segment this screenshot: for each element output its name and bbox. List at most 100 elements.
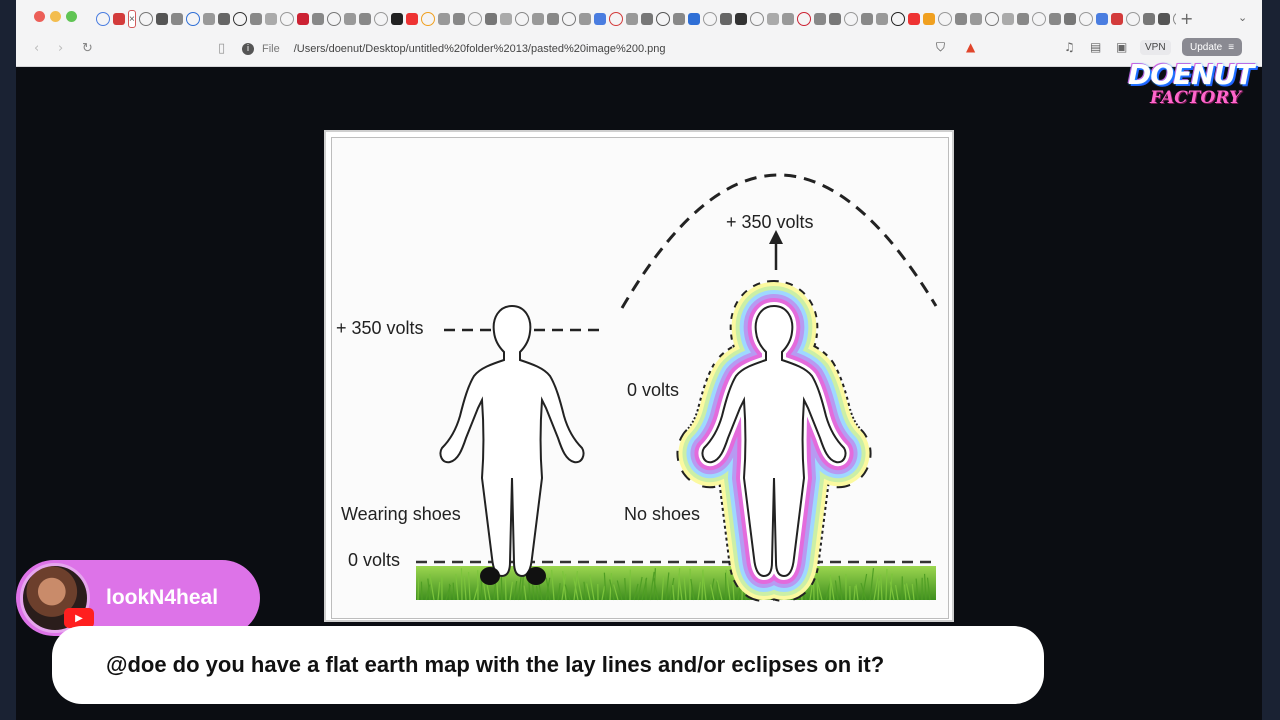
tab-favicon[interactable]	[467, 12, 482, 26]
tab-favicon[interactable]	[813, 13, 826, 25]
tab-favicon[interactable]	[687, 13, 700, 25]
tab-favicon[interactable]	[875, 13, 888, 25]
tab-favicon[interactable]	[655, 12, 670, 26]
tab-favicon[interactable]	[907, 13, 920, 25]
tab-favicon[interactable]	[1125, 12, 1140, 26]
tab-favicon[interactable]	[796, 12, 811, 26]
tab-favicon[interactable]	[452, 13, 465, 25]
tab-favicon[interactable]	[781, 13, 794, 25]
window-zoom-button[interactable]	[66, 11, 77, 22]
tab-favicon[interactable]	[578, 13, 591, 25]
tab-favicon[interactable]	[138, 12, 153, 26]
tab-favicon[interactable]	[405, 13, 418, 25]
tab-favicon[interactable]	[640, 13, 653, 25]
tab-bar: × + ⌄	[16, 0, 1262, 36]
tab-favicon[interactable]	[608, 12, 623, 26]
tab-favicon[interactable]	[1016, 13, 1029, 25]
tab-favicon[interactable]	[264, 13, 277, 25]
tab-favicon[interactable]	[625, 13, 638, 25]
tab-favicon[interactable]	[890, 12, 905, 26]
right-human-aura	[702, 306, 845, 576]
tab-favicon[interactable]	[843, 12, 858, 26]
sidebar-icon[interactable]: ▤	[1090, 40, 1101, 54]
tab-favicon[interactable]	[484, 13, 497, 25]
tab-favicon[interactable]	[561, 12, 576, 26]
address-bar[interactable]: i File /Users/doenut/Desktop/untitled%20…	[242, 39, 942, 59]
right-label-350v: + 350 volts	[726, 212, 814, 232]
tab-favicon[interactable]	[969, 13, 982, 25]
active-tab-close-button[interactable]: ×	[128, 10, 136, 28]
tab-favicon[interactable]	[390, 13, 403, 25]
tab-favicon[interactable]	[249, 13, 262, 25]
tab-favicon[interactable]	[937, 12, 952, 26]
tab-favicon[interactable]	[860, 13, 873, 25]
window-frame-left	[0, 0, 16, 720]
tab-favicon[interactable]	[1078, 12, 1093, 26]
tab-favicon[interactable]	[279, 12, 294, 26]
window-close-button[interactable]	[34, 11, 45, 22]
tab-favicon[interactable]	[1157, 13, 1170, 25]
tab-favicon[interactable]	[170, 13, 183, 25]
tab-favicon[interactable]	[1031, 12, 1046, 26]
tab-favicon[interactable]	[96, 12, 110, 26]
new-tab-button[interactable]: +	[1180, 9, 1193, 28]
tab-favicon[interactable]	[232, 12, 247, 26]
chevron-left-icon[interactable]: ‹	[34, 41, 39, 56]
tab-favicon[interactable]	[514, 12, 529, 26]
tab-favicon[interactable]	[217, 13, 230, 25]
tab-favicon[interactable]	[922, 13, 935, 25]
update-label: Update	[1190, 41, 1223, 53]
rewards-triangle-icon[interactable]: ▲	[966, 40, 975, 54]
tab-favicon[interactable]	[1142, 13, 1155, 25]
tab-favicon[interactable]	[499, 13, 512, 25]
chevron-right-icon[interactable]: ›	[58, 41, 63, 56]
tab-favicon[interactable]	[358, 13, 371, 25]
tab-favicon[interactable]	[766, 13, 779, 25]
vpn-button[interactable]: VPN	[1140, 40, 1171, 55]
window-minimize-button[interactable]	[50, 11, 61, 22]
tab-favicon[interactable]	[373, 12, 388, 26]
tab-favicon[interactable]	[1048, 13, 1061, 25]
tab-favicon[interactable]	[984, 12, 999, 26]
update-button[interactable]: Update ≡	[1182, 38, 1243, 56]
brave-shield-icon[interactable]: ⛉	[936, 40, 945, 55]
tab-favicon[interactable]	[672, 13, 685, 25]
tab-favicon[interactable]	[311, 13, 324, 25]
tab-favicon[interactable]	[202, 13, 215, 25]
tab-favicon[interactable]	[734, 13, 747, 25]
tab-favicon[interactable]	[719, 13, 732, 25]
tab-list-menu-button[interactable]: ⌄	[1238, 11, 1247, 24]
tab-favicon[interactable]	[113, 13, 125, 25]
tab-favicon[interactable]	[1095, 13, 1108, 25]
diagram-svg	[416, 173, 938, 618]
music-note-icon[interactable]: ♫	[1064, 40, 1075, 54]
page-info-icon[interactable]: i	[242, 43, 254, 55]
tab-favicon[interactable]	[828, 13, 841, 25]
tab-favicon[interactable]	[1063, 13, 1076, 25]
tab-favicon[interactable]	[954, 13, 967, 25]
right-label-no-shoes: No shoes	[624, 504, 701, 524]
tab-favicon[interactable]	[593, 13, 606, 25]
tab-favicon[interactable]	[420, 12, 435, 26]
tab-favicon[interactable]	[343, 13, 356, 25]
tab-favicon[interactable]	[1172, 12, 1176, 26]
tab-favicon[interactable]	[326, 12, 341, 26]
tab-favicon[interactable]	[437, 13, 450, 25]
bookmark-icon[interactable]: ▯	[218, 41, 225, 56]
youtube-icon: ▶	[64, 608, 94, 628]
tab-favicon[interactable]	[546, 13, 559, 25]
tab-favicon[interactable]	[185, 12, 200, 26]
left-human-silhouette	[439, 305, 585, 577]
tab-favicon[interactable]	[1110, 13, 1123, 25]
vpn-label: VPN	[1145, 42, 1166, 53]
address-url[interactable]: /Users/doenut/Desktop/untitled%20folder%…	[294, 43, 666, 55]
chatter-username: lookN4heal	[106, 586, 219, 609]
tab-favicon[interactable]	[296, 13, 309, 25]
tab-favicon[interactable]	[749, 12, 764, 26]
tab-favicon[interactable]	[1001, 13, 1014, 25]
tab-favicon[interactable]	[702, 12, 717, 26]
tab-favicon[interactable]	[531, 13, 544, 25]
wallet-icon[interactable]: ▣	[1116, 40, 1127, 54]
reload-icon[interactable]: ↻	[82, 41, 93, 56]
tab-favicon[interactable]	[155, 13, 168, 25]
